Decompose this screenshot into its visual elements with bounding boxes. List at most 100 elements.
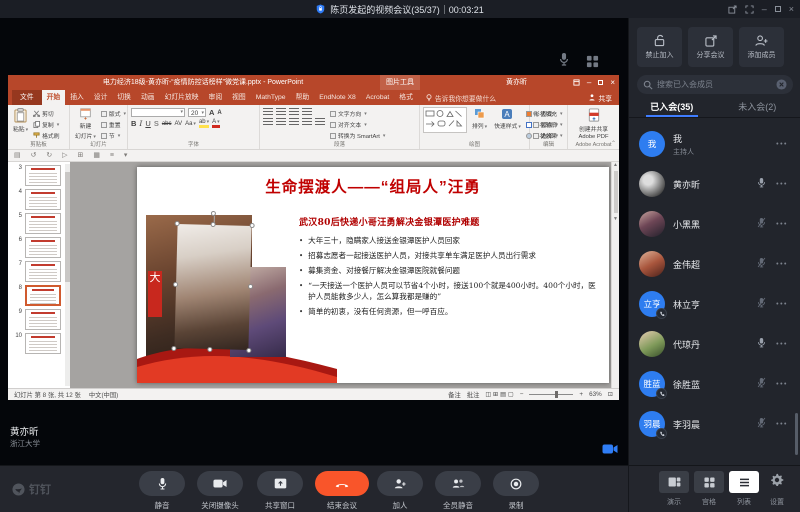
slide-thumbnail[interactable]: 6 bbox=[13, 237, 70, 258]
mic-on-icon[interactable] bbox=[754, 175, 768, 193]
member-row[interactable]: 小黑黑 bbox=[629, 204, 800, 244]
slide-thumbnail[interactable]: 5 bbox=[13, 213, 70, 234]
mic-muted-icon[interactable] bbox=[754, 215, 768, 233]
numbering-icon[interactable] bbox=[276, 108, 286, 116]
align-text-button[interactable]: 对齐文本 bbox=[330, 120, 385, 129]
columns-icon[interactable] bbox=[315, 118, 325, 126]
reset-button[interactable]: 重置 bbox=[100, 120, 126, 129]
resize-handle[interactable] bbox=[172, 281, 179, 288]
record-button[interactable]: 录制 bbox=[493, 471, 539, 511]
find-button[interactable]: 查找 bbox=[533, 109, 558, 118]
slide-thumbnail[interactable]: 9 bbox=[13, 309, 70, 330]
search-input[interactable] bbox=[657, 80, 772, 89]
indent-increase-icon[interactable] bbox=[302, 108, 312, 116]
add-person-button[interactable]: 加人 bbox=[377, 471, 423, 511]
resize-handle[interactable] bbox=[249, 222, 255, 229]
tab-joined[interactable]: 已入会(35) bbox=[629, 99, 715, 117]
end-meeting-button[interactable]: 结束会议 bbox=[315, 471, 369, 511]
tab-review[interactable]: 审阅 bbox=[204, 90, 228, 105]
more-icon[interactable] bbox=[776, 181, 788, 188]
resize-handle[interactable] bbox=[247, 283, 254, 290]
ppt-minimize-icon[interactable]: – bbox=[587, 78, 591, 87]
tab-help[interactable]: 帮助 bbox=[291, 90, 315, 105]
rotate-handle[interactable] bbox=[210, 210, 216, 217]
tab-transitions[interactable]: 切换 bbox=[112, 90, 136, 105]
tellme-box[interactable]: 告诉我你想要做什么 bbox=[426, 90, 496, 105]
more-icon[interactable] bbox=[776, 141, 788, 148]
maximize-icon[interactable] bbox=[774, 6, 781, 12]
member-row[interactable]: 羽晨 李羽晨 bbox=[629, 404, 800, 444]
highlight-button[interactable]: ab bbox=[198, 119, 210, 128]
presenter-mic-icon[interactable] bbox=[558, 52, 570, 71]
font-name-select[interactable] bbox=[131, 108, 185, 117]
comments-button[interactable]: 批注 bbox=[467, 390, 480, 399]
fit-slide-button[interactable]: ⊡ bbox=[608, 391, 613, 398]
collapse-ribbon-icon[interactable]: ⌃ bbox=[611, 140, 616, 147]
tab-slideshow[interactable]: 幻灯片放映 bbox=[160, 90, 204, 105]
smartart-button[interactable]: 转换为 SmartArt bbox=[330, 131, 385, 140]
font-size-select[interactable]: 20 bbox=[188, 108, 206, 118]
ppt-restore-icon[interactable] bbox=[598, 80, 604, 85]
italic-button[interactable]: I bbox=[139, 119, 142, 128]
zoom-slider[interactable] bbox=[529, 391, 574, 398]
settings-button[interactable] bbox=[770, 473, 784, 492]
camera-on-badge-icon[interactable] bbox=[602, 442, 618, 460]
bold-button[interactable]: B bbox=[131, 119, 136, 128]
slide[interactable]: 生命摆渡人——“组局人”汪勇 大 武汉80后快递小哥汪勇解决金银潭医护难题 • … bbox=[137, 167, 609, 383]
tab-not-joined[interactable]: 未入会(2) bbox=[715, 99, 800, 117]
member-row-me[interactable]: 我 我主持人 bbox=[629, 124, 800, 164]
member-list-scrollbar[interactable] bbox=[795, 413, 798, 455]
share-button[interactable]: 共享 bbox=[589, 90, 612, 105]
mic-muted-icon[interactable] bbox=[754, 375, 768, 393]
share-meeting-button[interactable]: 分享会议 bbox=[688, 27, 733, 67]
more-icon[interactable] bbox=[776, 341, 788, 348]
member-row[interactable]: 立亨 林立亨 bbox=[629, 284, 800, 324]
tab-format[interactable]: 格式 bbox=[394, 90, 418, 105]
shrink-font-button[interactable]: A bbox=[217, 110, 221, 116]
add-member-button[interactable]: 添加成员 bbox=[739, 27, 784, 67]
font-color-button[interactable]: A bbox=[212, 119, 220, 128]
mute-button[interactable]: 静音 bbox=[139, 471, 185, 511]
language-status[interactable]: 中文(中国) bbox=[89, 390, 118, 399]
member-row[interactable]: 代琼丹 bbox=[629, 324, 800, 364]
replace-button[interactable]: 替换 bbox=[533, 120, 558, 129]
resize-handle[interactable] bbox=[210, 221, 216, 228]
shapes-gallery[interactable] bbox=[423, 107, 467, 133]
slide-thumbnail[interactable]: 4 bbox=[13, 189, 70, 210]
format-painter-button[interactable]: 格式刷 bbox=[33, 131, 60, 140]
resize-handle[interactable] bbox=[171, 345, 177, 352]
tab-mathtype[interactable]: MathType bbox=[251, 90, 291, 105]
slide-thumbnail[interactable]: 10 bbox=[13, 333, 70, 354]
grid-view-button[interactable] bbox=[694, 471, 724, 493]
resize-handle[interactable] bbox=[246, 347, 252, 354]
view-shortcut-icons[interactable]: ◫ ⊞ ▤ ▢ bbox=[485, 391, 513, 398]
camera-off-button[interactable]: 关闭摄像头 bbox=[197, 471, 243, 511]
slide-photo-selected[interactable] bbox=[171, 210, 255, 354]
fullscreen-icon[interactable] bbox=[745, 4, 754, 14]
change-case-button[interactable]: Aa bbox=[185, 121, 196, 127]
member-search-box[interactable] bbox=[637, 75, 793, 94]
present-view-button[interactable] bbox=[659, 471, 689, 493]
tab-view[interactable]: 视图 bbox=[227, 90, 251, 105]
grow-font-button[interactable]: A bbox=[209, 108, 214, 117]
mic-muted-icon[interactable] bbox=[754, 415, 768, 433]
arrange-button[interactable]: 排列 bbox=[470, 107, 489, 141]
member-row[interactable]: 胜蓝 徐胜蓝 bbox=[629, 364, 800, 404]
text-shadow-button[interactable]: S bbox=[154, 119, 159, 128]
zoom-level[interactable]: 63% bbox=[589, 391, 602, 398]
mic-on-icon[interactable] bbox=[754, 335, 768, 353]
slide-text-block[interactable]: 武汉80后快递小哥汪勇解决金银潭医护难题 • 大年三十，隐瞒家人接送金银潭医护人员… bbox=[299, 215, 597, 321]
copy-button[interactable]: 复制 bbox=[33, 120, 59, 129]
more-icon[interactable] bbox=[776, 421, 788, 428]
forbid-join-button[interactable]: 禁止加入 bbox=[637, 27, 682, 67]
zoom-out-button[interactable]: − bbox=[520, 391, 524, 398]
mic-muted-icon[interactable] bbox=[754, 295, 768, 313]
tab-endnote[interactable]: EndNote X8 bbox=[314, 90, 361, 105]
member-row[interactable]: 黄亦昕 bbox=[629, 164, 800, 204]
align-right-icon[interactable] bbox=[289, 118, 299, 126]
ppt-close-icon[interactable]: × bbox=[610, 78, 615, 87]
tab-insert[interactable]: 插入 bbox=[65, 90, 89, 105]
popout-icon[interactable] bbox=[728, 4, 737, 14]
share-window-button[interactable]: 共享窗口 bbox=[257, 471, 303, 511]
justify-icon[interactable] bbox=[302, 118, 312, 126]
